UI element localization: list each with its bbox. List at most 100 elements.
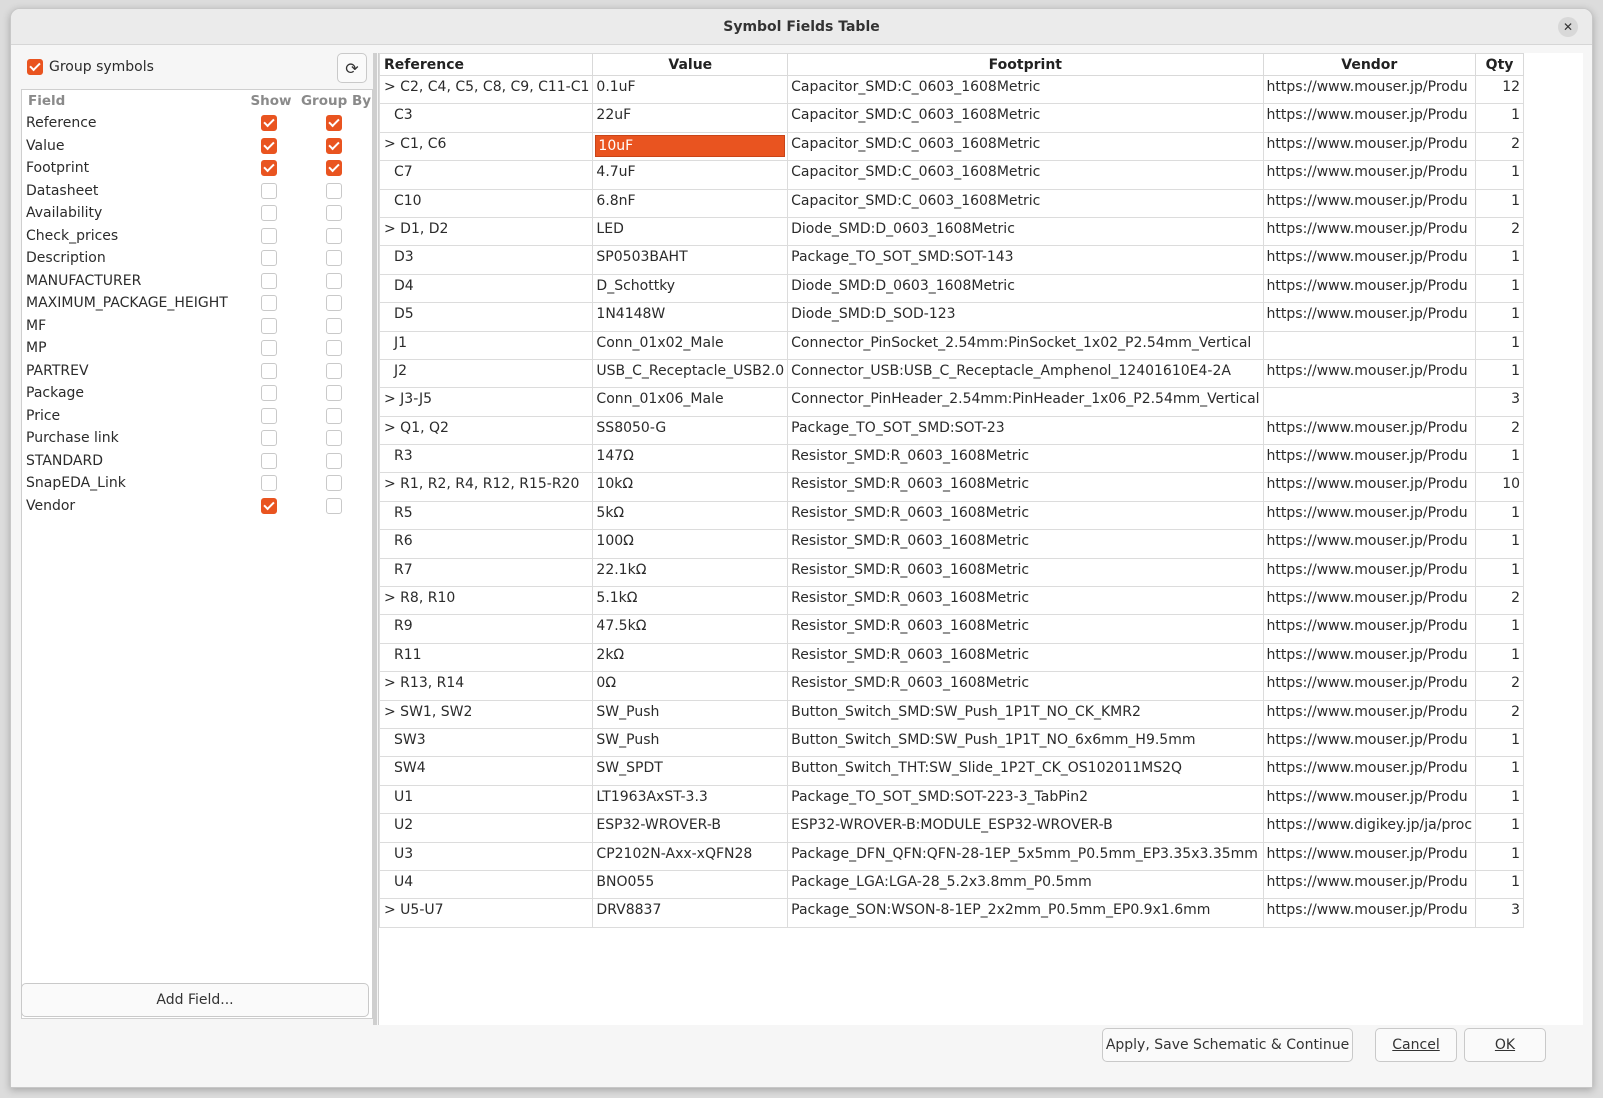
group-by-checkbox[interactable] <box>326 182 342 199</box>
group-by-checkbox[interactable] <box>326 137 342 154</box>
cell-footprint[interactable]: Resistor_SMD:R_0603_1608Metric <box>787 529 1264 559</box>
cell-qty[interactable]: 1 <box>1475 784 1525 815</box>
cell-vendor[interactable]: https://www.mouser.jp/Produ <box>1262 841 1477 871</box>
cell-value[interactable]: 47.5kΩ <box>592 614 789 644</box>
group-by-checkbox[interactable] <box>326 407 342 424</box>
cell-footprint[interactable]: Connector_PinHeader_2.54mm:PinHeader_1x0… <box>787 387 1264 417</box>
table-row[interactable]: R3 147Ω Resistor_SMD:R_0603_1608Metric http… <box>378 444 1525 474</box>
cell-reference[interactable]: U4 <box>378 869 594 900</box>
cell-vendor[interactable]: https://www.mouser.jp/Produ <box>1262 642 1477 673</box>
show-checkbox[interactable] <box>261 317 277 334</box>
group-by-checkbox[interactable] <box>326 362 342 379</box>
cell-footprint[interactable]: Capacitor_SMD:C_0603_1608Metric <box>787 188 1264 218</box>
table-row[interactable]: SW3 SW_Push Button_Switch_SMD:SW_Push_1P1T… <box>378 727 1525 758</box>
cell-reference[interactable]: R6 <box>378 529 594 559</box>
cell-value[interactable]: 10uF <box>592 131 789 162</box>
cell-qty[interactable]: 1 <box>1475 557 1525 588</box>
cell-reference[interactable]: J1 <box>378 330 594 360</box>
table-row[interactable]: C10 6.8nF Capacitor_SMD:C_0603_1608Metric h… <box>378 188 1525 218</box>
table-row[interactable]: R6 100Ω Resistor_SMD:R_0603_1608Metric http… <box>378 529 1525 559</box>
cell-value[interactable]: 1N4148W <box>592 302 789 332</box>
group-by-checkbox[interactable] <box>326 227 342 244</box>
table-row[interactable]: > D1, D2 LED Diode_SMD:D_0603_1608Metric ht… <box>378 216 1525 247</box>
show-checkbox[interactable] <box>261 250 277 267</box>
cell-qty[interactable]: 1 <box>1475 614 1525 644</box>
group-by-checkbox[interactable] <box>326 317 342 334</box>
cell-footprint[interactable]: Diode_SMD:D_SOD-123 <box>787 302 1264 332</box>
group-by-checkbox[interactable] <box>326 497 342 514</box>
show-checkbox[interactable] <box>261 430 277 447</box>
table-row[interactable]: U2 ESP32-WROVER-B ESP32-WROVER-B:MODULE_ES… <box>378 813 1525 843</box>
field-row[interactable]: Package <box>22 382 372 405</box>
cell-vendor[interactable]: https://www.mouser.jp/Produ <box>1262 273 1477 304</box>
group-by-checkbox[interactable] <box>326 160 342 177</box>
cell-value[interactable]: 2kΩ <box>592 642 789 673</box>
cell-footprint[interactable]: Resistor_SMD:R_0603_1608Metric <box>787 500 1264 531</box>
cell-footprint[interactable]: Diode_SMD:D_0603_1608Metric <box>787 273 1264 304</box>
cell-vendor[interactable]: https://www.mouser.jp/Produ <box>1262 188 1477 218</box>
cell-qty[interactable]: 12 <box>1475 74 1525 105</box>
cell-vendor[interactable]: https://www.mouser.jp/Produ <box>1262 245 1477 275</box>
cell-value[interactable]: ESP32-WROVER-B <box>592 813 789 843</box>
group-by-checkbox[interactable] <box>326 430 342 447</box>
cell-reference[interactable]: J2 <box>378 358 594 389</box>
cell-footprint[interactable]: ESP32-WROVER-B:MODULE_ESP32-WROVER-B <box>787 813 1264 843</box>
show-checkbox[interactable] <box>261 160 277 177</box>
apply-save-continue-button[interactable]: Apply, Save Schematic & Continue <box>1102 1028 1353 1062</box>
cell-reference[interactable]: > SW1, SW2 <box>378 699 594 729</box>
field-row[interactable]: Footprint <box>22 157 372 180</box>
field-row[interactable]: MAXIMUM_PACKAGE_HEIGHT <box>22 292 372 315</box>
cell-qty[interactable]: 2 <box>1475 671 1525 701</box>
column-header-qty[interactable]: Qty <box>1475 53 1525 76</box>
cell-value[interactable]: LT1963AxST-3.3 <box>592 784 789 815</box>
cell-qty[interactable]: 1 <box>1475 188 1525 218</box>
cell-vendor[interactable]: https://www.mouser.jp/Produ <box>1262 898 1477 928</box>
cell-vendor[interactable]: https://www.mouser.jp/Produ <box>1262 557 1477 588</box>
cell-qty[interactable]: 1 <box>1475 358 1525 389</box>
column-header-value[interactable]: Value <box>592 53 789 76</box>
show-checkbox[interactable] <box>261 115 277 132</box>
show-checkbox[interactable] <box>261 475 277 492</box>
cell-qty[interactable]: 1 <box>1475 813 1525 843</box>
cell-vendor[interactable]: https://www.mouser.jp/Produ <box>1262 131 1477 162</box>
cell-footprint[interactable]: Resistor_SMD:R_0603_1608Metric <box>787 642 1264 673</box>
cell-reference[interactable]: R11 <box>378 642 594 673</box>
table-row[interactable]: > SW1, SW2 SW_Push Button_Switch_SMD:SW_Pu… <box>378 699 1525 729</box>
cell-value[interactable]: Conn_01x06_Male <box>592 387 789 417</box>
cell-value[interactable]: 5kΩ <box>592 500 789 531</box>
field-row[interactable]: PARTREV <box>22 360 372 383</box>
column-header-footprint[interactable]: Footprint <box>787 53 1264 76</box>
cell-reference[interactable]: > C2, C4, C5, C8, C9, C11-C1 <box>378 74 594 105</box>
cell-qty[interactable]: 1 <box>1475 103 1525 133</box>
cell-footprint[interactable]: Resistor_SMD:R_0603_1608Metric <box>787 671 1264 701</box>
cell-reference[interactable]: > R1, R2, R4, R12, R15-R20 <box>378 472 594 502</box>
field-row[interactable]: Price <box>22 405 372 428</box>
cell-qty[interactable]: 1 <box>1475 869 1525 900</box>
cell-value[interactable]: DRV8837 <box>592 898 789 928</box>
cell-value[interactable]: Conn_01x02_Male <box>592 330 789 360</box>
table-row[interactable]: R9 47.5kΩ Resistor_SMD:R_0603_1608Metric ht… <box>378 614 1525 644</box>
cell-value[interactable]: 0Ω <box>592 671 789 701</box>
table-row[interactable]: C7 4.7uF Capacitor_SMD:C_0603_1608Metric ht… <box>378 160 1525 190</box>
cell-value[interactable]: BNO055 <box>592 869 789 900</box>
cell-footprint[interactable]: Resistor_SMD:R_0603_1608Metric <box>787 557 1264 588</box>
table-row[interactable]: U3 CP2102N-Axx-xQFN28 Package_DFN_QFN:QFN-… <box>378 841 1525 871</box>
cell-footprint[interactable]: Package_LGA:LGA-28_5.2x3.8mm_P0.5mm <box>787 869 1264 900</box>
refresh-icon[interactable]: ⟳ <box>337 53 367 83</box>
table-row[interactable]: R5 5kΩ Resistor_SMD:R_0603_1608Metric https… <box>378 500 1525 531</box>
field-row[interactable]: MF <box>22 315 372 338</box>
table-row[interactable]: > U5-U7 DRV8837 Package_SON:WSON-8-1EP_2x2… <box>378 898 1525 928</box>
cell-value[interactable]: SW_SPDT <box>592 756 789 786</box>
cell-reference[interactable]: SW4 <box>378 756 594 786</box>
splitter-handle[interactable] <box>373 53 377 1025</box>
cell-vendor[interactable]: https://www.mouser.jp/Produ <box>1262 727 1477 758</box>
cell-reference[interactable]: U1 <box>378 784 594 815</box>
cell-reference[interactable]: R3 <box>378 444 594 474</box>
cell-vendor[interactable]: https://www.mouser.jp/Produ <box>1262 302 1477 332</box>
cell-vendor[interactable]: https://www.mouser.jp/Produ <box>1262 472 1477 502</box>
cell-reference[interactable]: D5 <box>378 302 594 332</box>
cell-value[interactable]: SS8050-G <box>592 415 789 446</box>
table-row[interactable]: J2 USB_C_Receptacle_USB2.0 Connector_USB:U… <box>378 358 1525 389</box>
cell-qty[interactable]: 3 <box>1475 387 1525 417</box>
column-header-vendor[interactable]: Vendor <box>1262 53 1477 76</box>
